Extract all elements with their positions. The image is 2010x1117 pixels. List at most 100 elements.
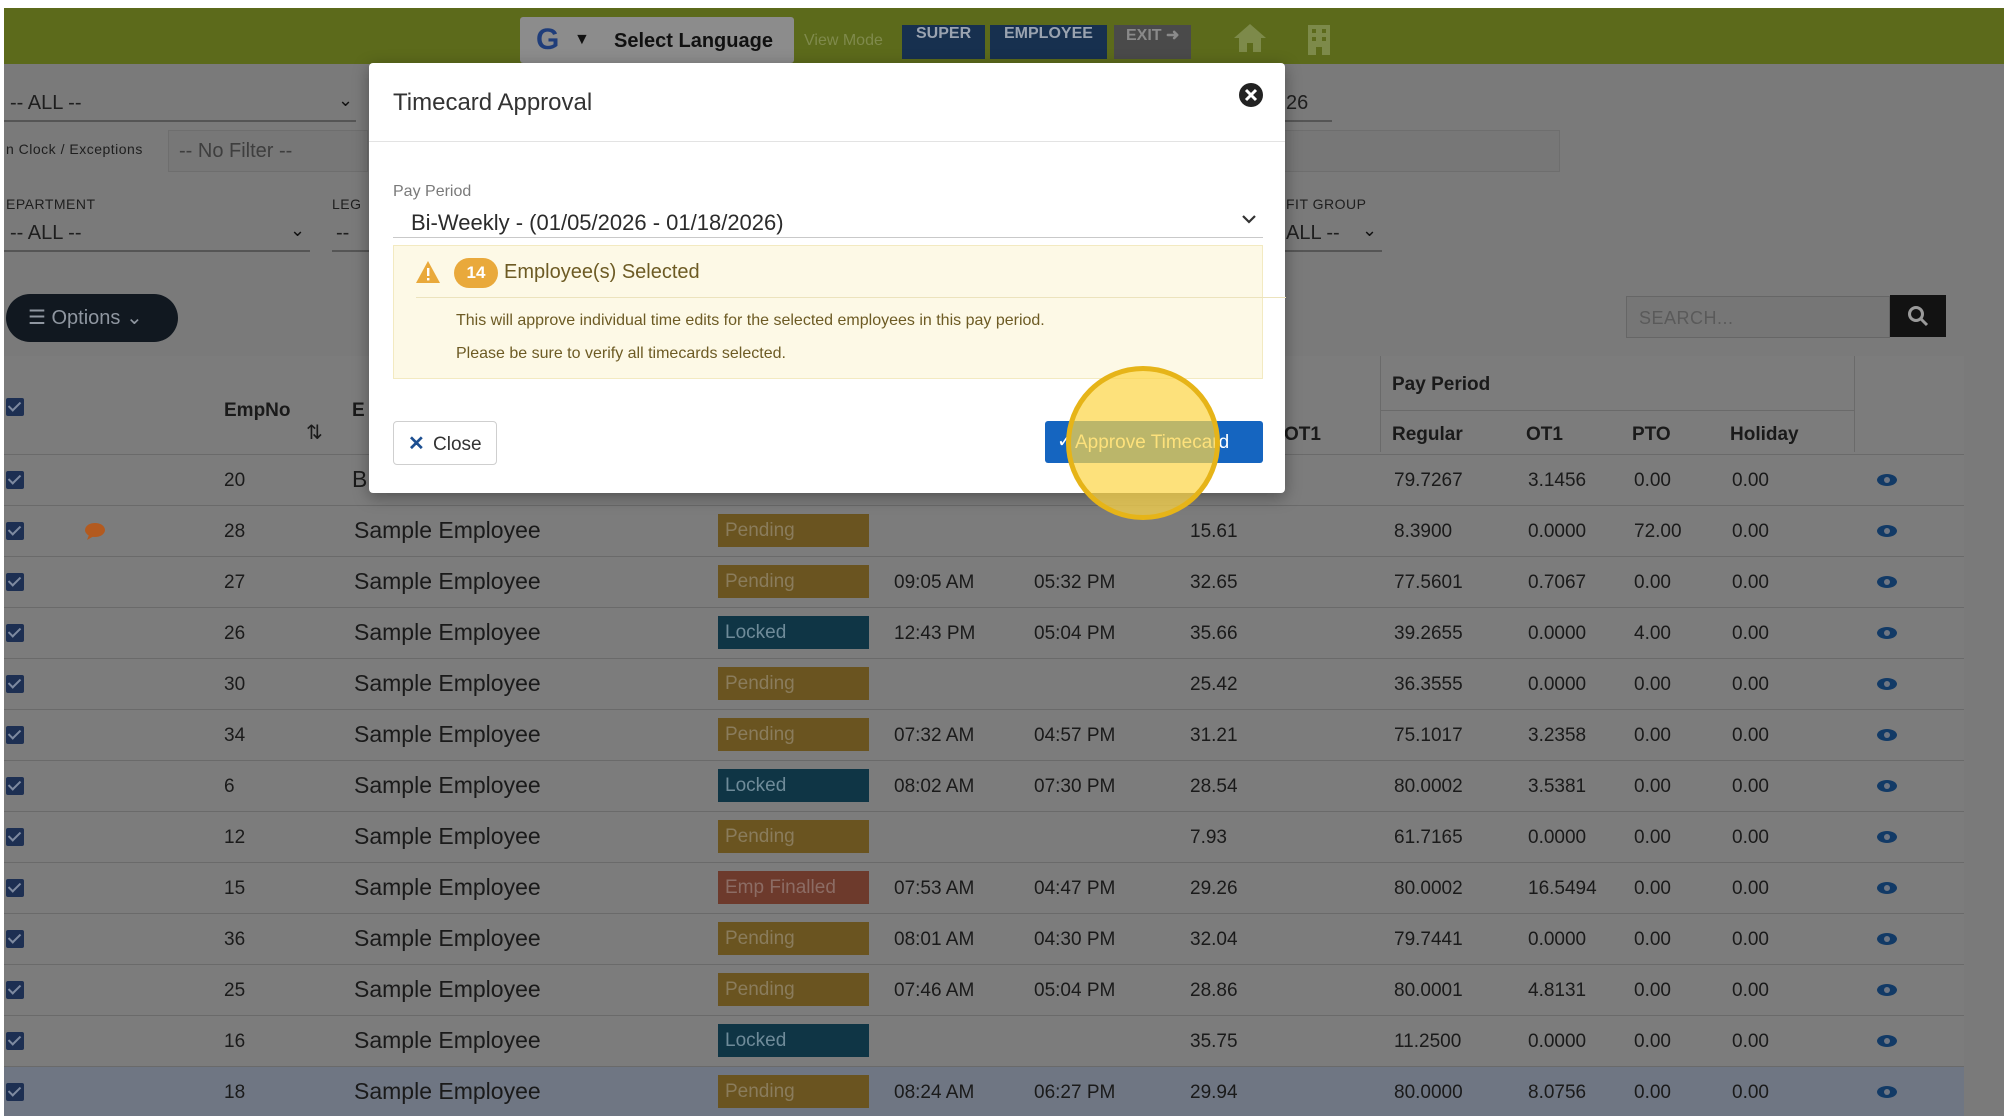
regular-hours-cell: 77.5601 [1394,572,1463,593]
table-row[interactable]: 36 Sample Employee Pending 08:01 AM 04:30 PM… [4,913,1964,964]
row-checkbox[interactable] [6,675,24,693]
x-icon: ✕ [408,433,425,455]
row-checkbox[interactable] [6,573,24,591]
employee-name-cell[interactable]: Sample Employee [354,721,541,748]
employee-name-cell[interactable]: Sample Employee [354,772,541,799]
language-label: Select Language [614,30,773,52]
legal-entity-select-value[interactable]: -- [336,222,349,245]
department-select-value[interactable]: -- ALL -- [10,222,82,245]
time-out-cell: 04:47 PM [1034,878,1116,899]
view-eye-icon[interactable] [1876,983,1898,997]
table-row[interactable]: 12 Sample Employee Pending 7.93 61.7165 0.000… [4,811,1964,862]
exceptions-filter-input[interactable]: -- No Filter -- [168,130,368,172]
time-out-cell: 06:27 PM [1034,1082,1116,1103]
view-eye-icon[interactable] [1876,728,1898,742]
ot1-hours-cell: 8.0756 [1528,1082,1587,1103]
row-checkbox[interactable] [6,981,24,999]
view-eye-icon[interactable] [1876,677,1898,691]
view-eye-icon[interactable] [1876,1034,1898,1048]
pay-period-select[interactable]: Bi-Weekly - (01/05/2026 - 01/18/2026) [411,210,784,236]
table-row[interactable]: 6 Sample Employee Locked 08:02 AM 07:30 PM 28… [4,760,1964,811]
home-icon[interactable] [1232,20,1268,56]
header-pay-period: Pay Period [1392,374,1491,395]
employee-name-cell[interactable]: Sample Employee [354,874,541,901]
row-checkbox[interactable] [6,828,24,846]
close-button[interactable]: ✕ Close [393,421,497,465]
table-row[interactable]: 18 Sample Employee Pending 08:24 AM 06:27 PM… [4,1066,1964,1116]
empno-cell: 16 [224,1031,246,1052]
status-badge: Emp Finalled [718,871,869,904]
view-eye-icon[interactable] [1876,626,1898,640]
header-ot1[interactable]: OT1 [1526,424,1563,446]
view-eye-icon[interactable] [1876,1085,1898,1099]
table-row[interactable]: 16 Sample Employee Locked 35.75 11.2500 0.000… [4,1015,1964,1066]
search-input[interactable]: SEARCH... [1626,296,1890,338]
search-button[interactable] [1890,295,1946,337]
view-eye-icon[interactable] [1876,779,1898,793]
row-checkbox[interactable] [6,879,24,897]
ot1-hours-cell: 3.1456 [1528,470,1587,491]
clock-setup-select-value[interactable]: -- ALL -- [10,92,82,115]
row-checkbox[interactable] [6,522,24,540]
view-eye-icon[interactable] [1876,932,1898,946]
employee-name-cell[interactable]: Sample Employee [354,619,541,646]
table-row[interactable]: 28 Sample Employee Pending 15.61 8.3900 0.000… [4,505,1964,556]
comment-icon[interactable] [84,522,106,540]
exceptions-label: n Clock / Exceptions [6,141,143,157]
approve-timecard-button[interactable]: ✓ Approve Timecard [1045,421,1263,463]
view-eye-icon[interactable] [1876,524,1898,538]
close-icon[interactable] [1237,81,1265,109]
table-row[interactable]: 34 Sample Employee Pending 07:32 AM 04:57 PM… [4,709,1964,760]
table-row[interactable]: 15 Sample Employee Emp Finalled 07:53 AM 04:… [4,862,1964,913]
super-mode-button[interactable]: SUPER [902,25,986,59]
building-icon[interactable] [1306,24,1332,56]
employee-name-cell[interactable]: Sample Employee [354,1027,541,1054]
view-eye-icon[interactable] [1876,830,1898,844]
benefit-group-select-value[interactable]: ALL -- [1286,222,1340,245]
employee-mode-button[interactable]: EMPLOYEE [990,25,1107,59]
chevron-down-icon[interactable] [1239,209,1259,229]
employee-name-cell[interactable]: Sample Employee [354,823,541,850]
employee-name-cell[interactable]: Sample Employee [354,568,541,595]
table-row[interactable]: 27 Sample Employee Pending 09:05 AM 05:32 PM… [4,556,1964,607]
employee-name-cell[interactable]: Sample Employee [354,517,541,544]
hours-cell: 35.66 [1190,623,1238,644]
employee-name-cell[interactable]: Sample Employee [354,1078,541,1105]
employee-name-cell[interactable]: Sample Employee [354,976,541,1003]
header-pto[interactable]: PTO [1632,424,1671,446]
table-row[interactable]: 26 Sample Employee Locked 12:43 PM 05:04 PM 3… [4,607,1964,658]
empno-cell: 34 [224,725,246,746]
view-eye-icon[interactable] [1876,473,1898,487]
modal-header-divider [369,141,1285,142]
empno-cell: 6 [224,776,235,797]
header-regular[interactable]: Regular [1392,424,1463,446]
empno-cell: 28 [224,521,246,542]
view-eye-icon[interactable] [1876,575,1898,589]
language-selector[interactable]: G ▼ Select Language [520,17,794,63]
row-checkbox[interactable] [6,1032,24,1050]
header-ot1-worked[interactable]: OT1 [1284,424,1321,446]
view-eye-icon[interactable] [1876,881,1898,895]
row-checkbox[interactable] [6,777,24,795]
header-empno[interactable]: EmpNo [224,400,291,422]
employee-name-cell[interactable]: Sample Employee [354,670,541,697]
table-row[interactable]: 30 Sample Employee Pending 25.42 36.3555 0.00… [4,658,1964,709]
exit-button[interactable]: EXIT ➜ [1114,25,1192,59]
row-checkbox[interactable] [6,624,24,642]
caret-down-icon: ▼ [574,31,590,48]
sort-icon[interactable]: ⇅ [306,420,323,445]
select-all-checkbox[interactable] [6,398,24,416]
filter-box-right[interactable] [1284,130,1560,172]
row-checkbox[interactable] [6,726,24,744]
employee-name-cell[interactable]: Sample Employee [354,925,541,952]
regular-hours-cell: 8.3900 [1394,521,1453,542]
table-row[interactable]: 25 Sample Employee Pending 07:46 AM 05:04 PM… [4,964,1964,1015]
employee-name-cell[interactable]: B [352,466,367,493]
row-checkbox[interactable] [6,471,24,489]
row-checkbox[interactable] [6,1083,24,1101]
date-field-value[interactable]: 26 [1286,92,1308,115]
header-holiday[interactable]: Holiday [1730,424,1799,446]
row-checkbox[interactable] [6,930,24,948]
options-button[interactable]: ☰ Options ⌄ [6,294,178,342]
header-employee-name[interactable]: E [352,400,365,422]
